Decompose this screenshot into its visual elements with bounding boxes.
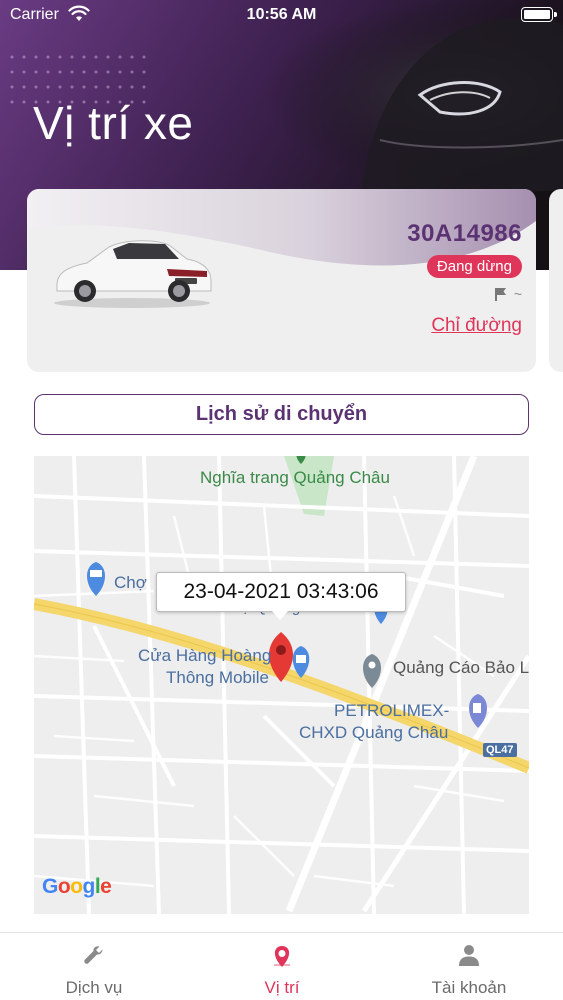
wrench-icon	[84, 946, 103, 964]
map-label-cemetery: Nghĩa trang Quảng Châu	[200, 468, 390, 487]
battery-icon	[521, 7, 557, 22]
map-label-petrolimex-line1: PETROLIMEX-	[334, 701, 450, 720]
tab-services[interactable]: Dịch vụ	[0, 933, 188, 1000]
flag-value: ~	[513, 286, 522, 302]
map-roads	[34, 456, 529, 914]
status-bar: Carrier 10:56 AM	[0, 0, 563, 30]
map-label-market: Chợ	[114, 573, 147, 592]
tab-bar: Dịch vụ Vị trí Tài khoản	[0, 932, 563, 1000]
location-time-callout: 23-04-2021 03:43:06	[156, 572, 406, 612]
flag-icon	[494, 287, 506, 301]
map-view[interactable]: Nghĩa trang Quảng Châu Chợ Chợ Quảng Châ…	[34, 456, 529, 914]
person-icon	[459, 945, 479, 966]
directions-link[interactable]: Chỉ đường	[431, 315, 522, 337]
map-label-advertising: Quảng Cáo Bảo L	[393, 658, 529, 677]
google-logo: Google	[42, 875, 112, 898]
next-vehicle-card-peek[interactable]	[549, 189, 563, 372]
status-badge: Đang dừng	[426, 255, 522, 278]
clock: 10:56 AM	[246, 6, 317, 23]
vehicle-card[interactable]: 30A14986 Đang dừng ~ Chỉ đường	[27, 189, 536, 372]
page-title: Vị trí xe	[33, 97, 194, 149]
map-label-petrolimex-line2: CHXD Quảng Châu	[299, 723, 449, 742]
tab-location-label: Vị trí	[264, 978, 300, 997]
callout-pointer	[272, 611, 288, 620]
market-pin-icon	[87, 562, 105, 596]
tab-account[interactable]: Tài khoản	[375, 933, 563, 1000]
tab-account-label: Tài khoản	[431, 978, 507, 997]
road-badge: QL47	[483, 743, 517, 757]
flag-row: ~	[494, 286, 522, 302]
movement-history-button[interactable]: Lịch sử di chuyển	[34, 394, 529, 435]
license-plate: 30A14986	[407, 220, 522, 247]
map-label-shop-line1: Cửa Hàng Hoàng	[138, 646, 272, 665]
tab-services-label: Dịch vụ	[65, 978, 123, 997]
map-label-shop-line2: Thông Mobile	[166, 668, 270, 687]
car-image	[54, 240, 212, 308]
location-pin-icon	[274, 946, 290, 967]
tab-location[interactable]: Vị trí	[188, 933, 376, 1000]
